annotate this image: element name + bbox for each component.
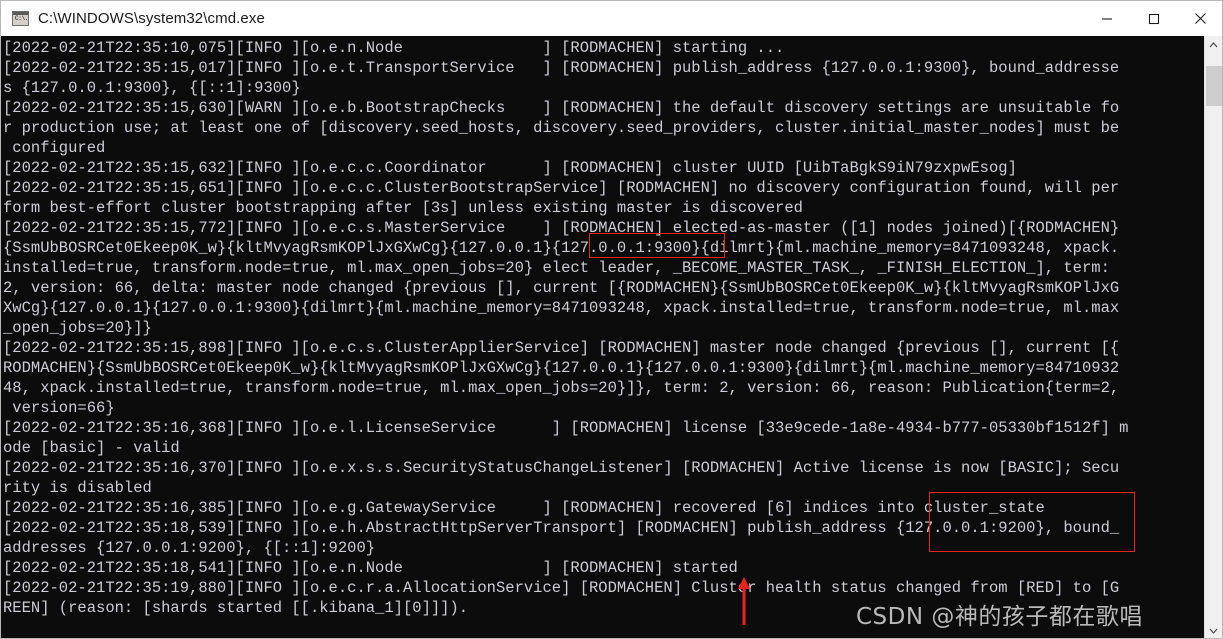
console-line: XwCg}{127.0.0.1}{127.0.0.1:9300}{dilmrt}… — [3, 299, 1120, 317]
window-controls — [1083, 1, 1222, 36]
maximize-icon — [1148, 13, 1159, 24]
console-line: 48, xpack.installed=true, transform.node… — [3, 379, 1120, 397]
console-line: REEN] (reason: [shards started [[.kibana… — [3, 599, 469, 617]
close-icon — [1195, 13, 1206, 24]
console-line: s {127.0.0.1:9300}, {[::1]:9300} — [3, 79, 301, 97]
window-title: C:\WINDOWS\system32\cmd.exe — [38, 10, 265, 27]
console-line: [2022-02-21T22:35:15,630][WARN ][o.e.b.B… — [3, 99, 1120, 117]
console-output-area[interactable]: [2022-02-21T22:35:10,075][INFO ][o.e.n.N… — [1, 36, 1222, 638]
cmd-icon: C:\. — [12, 11, 29, 26]
console-line: r production use; at least one of [disco… — [3, 119, 1120, 137]
maximize-button[interactable] — [1130, 1, 1177, 36]
console-line: [2022-02-21T22:35:18,539][INFO ][o.e.h.A… — [3, 519, 1120, 537]
console-line: [2022-02-21T22:35:19,880][INFO ][o.e.c.r… — [3, 579, 1120, 597]
console-line: form best-effort cluster bootstrapping a… — [3, 199, 803, 217]
console-line: [2022-02-21T22:35:16,370][INFO ][o.e.x.s… — [3, 459, 1120, 477]
console-line: addresses {127.0.0.1:9200}, {[::1]:9200} — [3, 539, 376, 557]
console-line: 2, version: 66, delta: master node chang… — [3, 279, 1120, 297]
console-line: _open_jobs=20}]} — [3, 319, 152, 337]
console-line: [2022-02-21T22:35:15,898][INFO ][o.e.c.s… — [3, 339, 1120, 357]
console-line: [2022-02-21T22:35:16,385][INFO ][o.e.g.G… — [3, 499, 1045, 517]
scrollbar-thumb[interactable] — [1206, 66, 1222, 106]
cmd-window: C:\. C:\WINDOWS\system32\cmd.exe [2022-0… — [0, 0, 1223, 639]
close-button[interactable] — [1177, 1, 1222, 36]
console-line: RODMACHEN}{SsmUbBOSRCet0Ekeep0K_w}{kltMv… — [3, 359, 1120, 377]
console-line: installed=true, transform.node=true, ml.… — [3, 259, 1110, 277]
console-line: [2022-02-21T22:35:15,017][INFO ][o.e.t.T… — [3, 59, 1120, 77]
console-line: [2022-02-21T22:35:16,368][INFO ][o.e.l.L… — [3, 419, 1129, 437]
console-line: configured — [3, 139, 106, 157]
console-line: [2022-02-21T22:35:15,632][INFO ][o.e.c.c… — [3, 159, 1017, 177]
console-line: version=66} — [3, 399, 115, 417]
console-scrollbar[interactable] — [1204, 36, 1222, 638]
console-line: ode [basic] - valid — [3, 439, 180, 457]
cmd-icon-prompt: C:\. — [15, 15, 29, 22]
minimize-button[interactable] — [1083, 1, 1130, 36]
window-titlebar[interactable]: C:\. C:\WINDOWS\system32\cmd.exe — [1, 1, 1222, 36]
chevron-down-icon — [1209, 628, 1218, 634]
console-line: [2022-02-21T22:35:15,651][INFO ][o.e.c.c… — [3, 179, 1120, 197]
console-line: {SsmUbBOSRCet0Ekeep0K_w}{kltMvyagRsmKOPl… — [3, 239, 1120, 257]
chevron-up-icon — [1209, 42, 1218, 48]
console-line: [2022-02-21T22:35:15,772][INFO ][o.e.c.s… — [3, 219, 1120, 237]
console-line: [2022-02-21T22:35:18,541][INFO ][o.e.n.N… — [3, 559, 738, 577]
scroll-up-arrow[interactable] — [1205, 36, 1222, 54]
console-log-text: [2022-02-21T22:35:10,075][INFO ][o.e.n.N… — [3, 38, 1207, 618]
console-line: rity is disabled — [3, 479, 152, 497]
scroll-down-arrow[interactable] — [1205, 622, 1222, 638]
console-line: [2022-02-21T22:35:10,075][INFO ][o.e.n.N… — [3, 39, 785, 57]
minimize-icon — [1101, 17, 1112, 20]
